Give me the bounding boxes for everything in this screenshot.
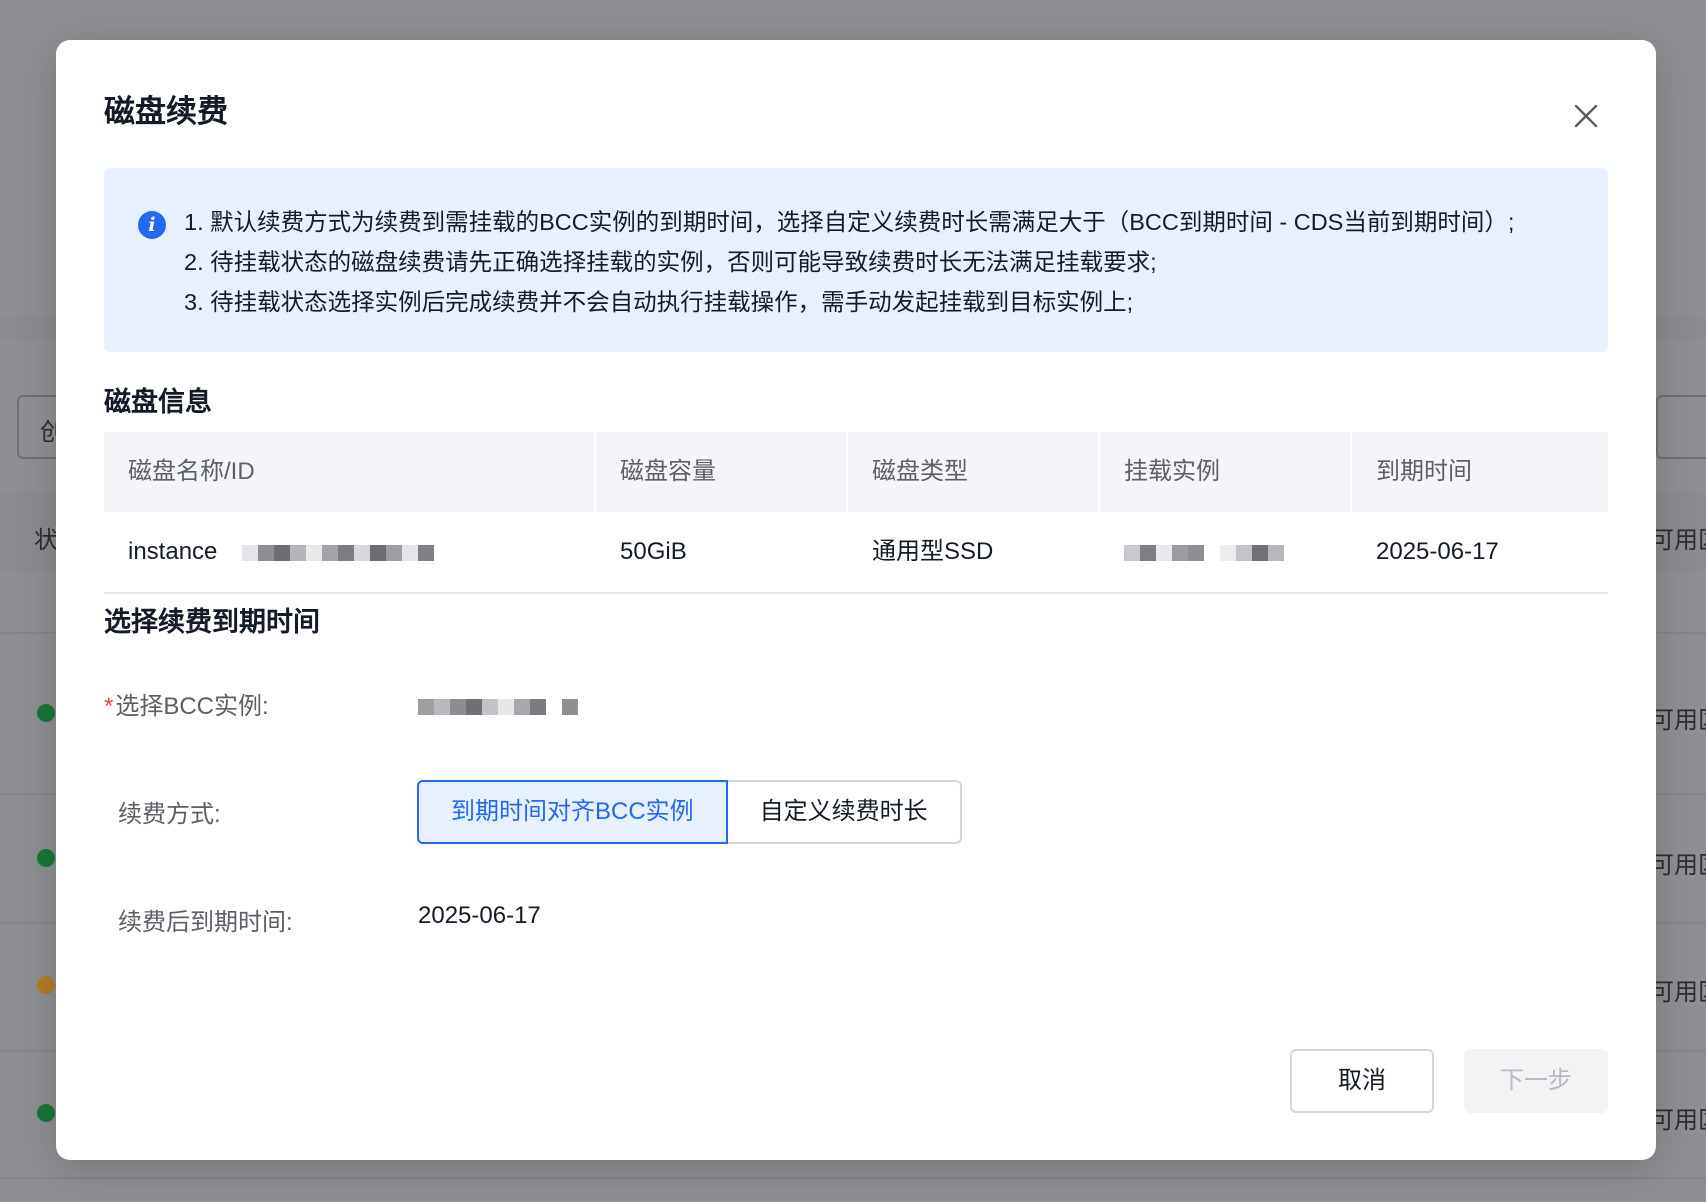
bcc-instance-label-text: 选择BCC实例:: [115, 693, 269, 720]
disk-type-cell: 通用型SSD: [872, 538, 994, 565]
cancel-button[interactable]: 取消: [1290, 1049, 1434, 1113]
redacted-bcc-instance: [418, 698, 578, 715]
redacted-disk-id: [242, 544, 435, 561]
renew-method-selector: 到期时间对齐BCC实例 自定义续费时长: [417, 780, 962, 844]
background-box: [1656, 395, 1706, 459]
info-icon: i: [138, 211, 166, 239]
background-zone-label: 可用区: [1650, 979, 1706, 1006]
status-dot: [37, 849, 55, 867]
column-header-instance: 挂载实例: [1100, 432, 1352, 512]
disk-info-title: 磁盘信息: [104, 387, 212, 417]
dialog-title: 磁盘续费: [104, 94, 228, 129]
disk-name-cell: instance: [104, 512, 596, 592]
status-dot: [37, 976, 55, 994]
column-header-expire: 到期时间: [1376, 458, 1472, 485]
background-zone-label: 可用区: [1650, 527, 1706, 554]
custom-duration-option[interactable]: 自定义续费时长: [727, 780, 962, 844]
background-zone-label: 可用区: [1650, 852, 1706, 879]
bcc-instance-label: *选择BCC实例:: [104, 686, 269, 721]
background-status-header: 状: [34, 527, 58, 554]
disk-info-table: 磁盘名称/ID 磁盘容量 磁盘类型 挂载实例 到期时间 instance 50G…: [104, 432, 1608, 594]
background-zone-label: 可用区: [1650, 1107, 1706, 1134]
align-bcc-option[interactable]: 到期时间对齐BCC实例: [417, 780, 728, 844]
column-header-type: 磁盘类型: [848, 432, 1100, 512]
disk-capacity-cell: 50GiB: [620, 538, 687, 565]
alert-line: 2. 待挂载状态的磁盘续费请先正确选择挂载的实例，否则可能导致续费时长无法满足挂…: [184, 249, 1157, 275]
alert-content: 1. 默认续费方式为续费到需挂载的BCC实例的到期时间，选择自定义续费时长需满足…: [184, 202, 1514, 322]
bcc-instance-value[interactable]: [418, 692, 578, 720]
expire-time-cell: 2025-06-17: [1376, 538, 1499, 565]
column-header-name: 磁盘名称/ID: [104, 432, 596, 512]
disk-name-text: instance: [128, 538, 218, 565]
status-dot: [37, 1104, 55, 1122]
expire-after-label: 续费后到期时间:: [118, 909, 293, 936]
info-alert: i 1. 默认续费方式为续费到需挂载的BCC实例的到期时间，选择自定义续费时长需…: [104, 168, 1608, 352]
column-header-capacity: 磁盘容量: [596, 432, 848, 512]
next-step-button[interactable]: 下一步: [1464, 1049, 1608, 1113]
close-icon[interactable]: [1566, 96, 1606, 136]
table-header: 磁盘名称/ID 磁盘容量 磁盘类型 挂载实例 到期时间: [104, 432, 1608, 512]
renew-section-title: 选择续费到期时间: [104, 607, 320, 637]
required-mark: *: [104, 693, 114, 720]
redacted-instance: [1124, 544, 1284, 561]
mounted-instance-cell: [1100, 512, 1352, 592]
status-dot: [37, 704, 55, 722]
alert-line: 3. 待挂载状态选择实例后完成续费并不会自动执行挂载操作，需手动发起挂载到目标实…: [184, 289, 1134, 315]
background-divider: [0, 1177, 1706, 1179]
background-zone-label: 可用区: [1650, 707, 1706, 734]
table-row: instance 50GiB 通用型SSD 2025-06-17: [104, 512, 1608, 594]
alert-line: 1. 默认续费方式为续费到需挂载的BCC实例的到期时间，选择自定义续费时长需满足…: [184, 209, 1515, 235]
renew-method-label: 续费方式:: [118, 801, 221, 828]
expire-after-value: 2025-06-17: [418, 902, 541, 929]
renew-disk-dialog: 磁盘续费 i 1. 默认续费方式为续费到需挂载的BCC实例的到期时间，选择自定义…: [56, 40, 1656, 1160]
